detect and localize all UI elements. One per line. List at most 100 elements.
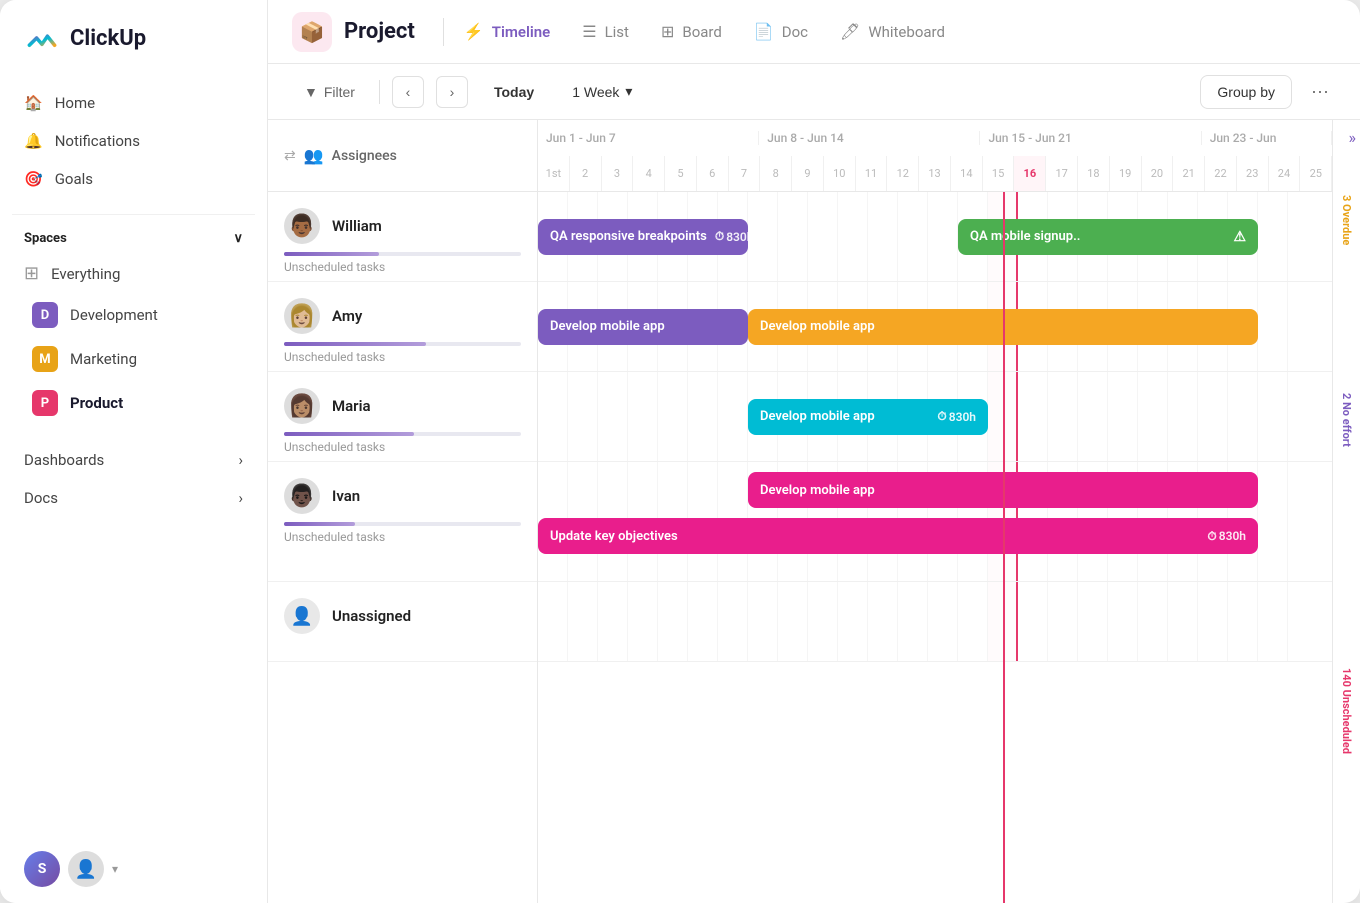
- marketing-badge: M: [32, 346, 58, 372]
- task-bar-qa-responsive[interactable]: QA responsive breakpoints ⏱ 830h: [538, 219, 748, 255]
- sidebar: ClickUp 🏠 Home 🔔 Notifications 🎯 Goals S…: [0, 0, 268, 903]
- day-label-13: 13: [919, 156, 951, 192]
- week-labels: Jun 1 - Jun 7 Jun 8 - Jun 14 Jun 15 - Ju…: [538, 120, 1332, 156]
- day-label-11: 11: [856, 156, 888, 192]
- day-label-5: 5: [665, 156, 697, 192]
- task-bar-qa-mobile[interactable]: QA mobile signup.. ⚠: [958, 219, 1258, 255]
- gantt-col-12: [868, 582, 898, 661]
- user-avatar-img[interactable]: 👤: [68, 851, 104, 887]
- sidebar-item-docs[interactable]: Docs ›: [0, 479, 267, 517]
- sidebar-item-home[interactable]: 🏠 Home: [12, 84, 255, 122]
- assignee-column: ⇄ 👥 Assignees 👨🏾 William Unscheduled tas…: [268, 120, 538, 903]
- product-badge: P: [32, 390, 58, 416]
- gantt-col-23: [1198, 582, 1228, 661]
- sidebar-item-everything[interactable]: ⊞ Everything: [0, 254, 267, 293]
- week-selector-button[interactable]: 1 Week ▾: [560, 77, 644, 106]
- tab-timeline[interactable]: ⚡ Timeline: [448, 14, 566, 49]
- gantt-col-10: [808, 582, 838, 661]
- sidebar-item-product[interactable]: P Product: [8, 381, 259, 425]
- timeline-container: ⇄ 👥 Assignees 👨🏾 William Unscheduled tas…: [268, 120, 1360, 903]
- user-avatar-s[interactable]: S: [24, 851, 60, 887]
- project-icon: 📦: [292, 12, 332, 52]
- task-bar-maria-develop[interactable]: Develop mobile app ⏱ 830h: [748, 399, 988, 435]
- avatar-unassigned: 👤: [284, 598, 320, 634]
- sidebar-footer: S 👤 ▾: [0, 835, 267, 903]
- task-bar-amy-develop-2[interactable]: Develop mobile app: [748, 309, 1258, 345]
- header-divider: [443, 18, 444, 46]
- sidebar-item-marketing[interactable]: M Marketing: [8, 337, 259, 381]
- task-bar-amy-develop-1[interactable]: Develop mobile app: [538, 309, 748, 345]
- sidebar-item-development[interactable]: D Development: [8, 293, 259, 337]
- gantt-row-maria: Develop mobile app ⏱ 830h: [538, 372, 1332, 462]
- day-label-8: 8: [760, 156, 792, 192]
- gantt-col-6: [688, 582, 718, 661]
- gantt-col-8: [748, 582, 778, 661]
- tab-list[interactable]: ☰ List: [566, 14, 645, 49]
- chevron-down-icon: ∨: [233, 231, 243, 246]
- task-bar-ivan-update[interactable]: Update key objectives ⏱ 830h: [538, 518, 1258, 554]
- gantt-col-20: [1108, 582, 1138, 661]
- day-label-3: 3: [602, 156, 634, 192]
- day-label-25: 25: [1300, 156, 1332, 192]
- gantt-grid-unassigned: [538, 582, 1332, 661]
- tab-board[interactable]: ⊞ Board: [645, 14, 738, 49]
- progress-fill-amy: [284, 342, 426, 346]
- assignee-info-unassigned: 👤 Unassigned: [284, 598, 521, 634]
- assignees-icon: 👥: [304, 146, 324, 165]
- sidebar-bottom-section: Dashboards › Docs ›: [0, 441, 267, 517]
- logo-text: ClickUp: [70, 26, 146, 51]
- day-label-4: 4: [633, 156, 665, 192]
- gantt-col-24: [1228, 582, 1258, 661]
- right-label-unscheduled[interactable]: 140 Unscheduled: [1333, 520, 1360, 903]
- gantt-row-unassigned: [538, 582, 1332, 662]
- day-label-2: 2: [570, 156, 602, 192]
- user-dropdown-icon[interactable]: ▾: [112, 862, 118, 876]
- main-content: 📦 Project ⚡ Timeline ☰ List ⊞ Board 📄 Do…: [268, 0, 1360, 903]
- gantt-col-7: [718, 582, 748, 661]
- move-icon: ⇄: [284, 148, 296, 164]
- day-label-9: 9: [792, 156, 824, 192]
- assignee-name-ivan: Ivan: [332, 487, 360, 505]
- day-label-18: 18: [1078, 156, 1110, 192]
- today-button[interactable]: Today: [480, 78, 548, 106]
- collapse-arrow[interactable]: »: [1349, 128, 1357, 147]
- avatar-maria: 👩🏽: [284, 388, 320, 424]
- everything-icon: ⊞: [24, 263, 39, 284]
- notifications-icon: 🔔: [24, 132, 43, 150]
- progress-fill-ivan: [284, 522, 355, 526]
- prev-arrow-button[interactable]: ‹: [392, 76, 424, 108]
- sidebar-item-goals[interactable]: 🎯 Goals: [12, 160, 255, 198]
- day-label-7: 7: [729, 156, 761, 192]
- spaces-header[interactable]: Spaces ∨: [0, 223, 267, 254]
- day-label-17: 17: [1046, 156, 1078, 192]
- right-label-no-effort[interactable]: 2 No effort: [1333, 320, 1360, 520]
- group-by-button[interactable]: Group by: [1200, 75, 1292, 109]
- next-arrow-button[interactable]: ›: [436, 76, 468, 108]
- sidebar-nav: 🏠 Home 🔔 Notifications 🎯 Goals: [0, 76, 267, 206]
- progress-fill-maria: [284, 432, 414, 436]
- tab-doc[interactable]: 📄 Doc: [738, 14, 824, 49]
- task-bar-ivan-develop[interactable]: Develop mobile app: [748, 472, 1258, 508]
- day-label-1st: 1st: [538, 156, 570, 192]
- more-options-button[interactable]: ···: [1304, 76, 1336, 108]
- filter-button[interactable]: ▼ Filter: [292, 78, 367, 106]
- day-label-16: 16: [1014, 156, 1046, 192]
- assignee-name-william: William: [332, 217, 382, 235]
- filter-icon: ▼: [304, 84, 318, 100]
- day-label-22: 22: [1205, 156, 1237, 192]
- gantt-col-19: [1078, 582, 1108, 661]
- assignee-info-ivan: 👨🏿 Ivan: [284, 478, 521, 514]
- day-label-6: 6: [697, 156, 729, 192]
- assignee-column-header: ⇄ 👥 Assignees: [268, 120, 537, 192]
- chevron-right-icon: ›: [238, 451, 243, 469]
- day-label-15: 15: [983, 156, 1015, 192]
- app-container: ClickUp 🏠 Home 🔔 Notifications 🎯 Goals S…: [0, 0, 1360, 903]
- tab-whiteboard[interactable]: 🖊 Whiteboard: [824, 14, 961, 49]
- right-label-overdue[interactable]: 3 Overdue: [1333, 120, 1360, 320]
- sidebar-item-notifications[interactable]: 🔔 Notifications: [12, 122, 255, 160]
- assignee-row-unassigned: 👤 Unassigned: [268, 582, 537, 662]
- clickup-logo-icon: [24, 20, 60, 56]
- sidebar-item-dashboards[interactable]: Dashboards ›: [0, 441, 267, 479]
- assignee-info-maria: 👩🏽 Maria: [284, 388, 521, 424]
- day-label-23: 23: [1237, 156, 1269, 192]
